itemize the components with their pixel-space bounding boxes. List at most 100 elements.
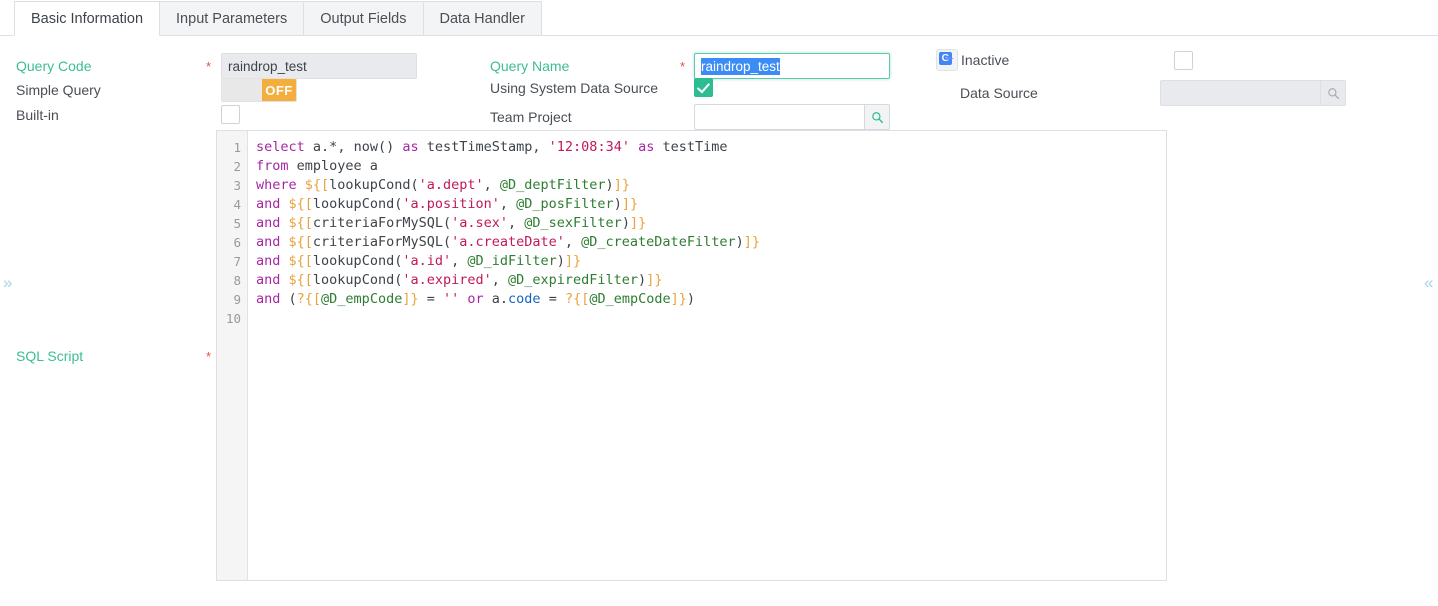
code-token: ${[: [288, 253, 313, 269]
team-project-search-button[interactable]: [864, 104, 890, 130]
using-system-data-source-label: Using System Data Source: [490, 79, 659, 96]
code-token: ]}: [743, 234, 760, 250]
built-in-label: Built-in: [16, 106, 59, 123]
toggle-state-label: OFF: [262, 79, 296, 101]
code-token: ,: [564, 234, 582, 250]
code-token: '12:08:34': [548, 139, 630, 155]
editor-line-number: 6: [233, 235, 241, 250]
code-token: ?{[: [564, 291, 590, 307]
code-token: ,: [337, 139, 354, 155]
tab-input-parameters[interactable]: Input Parameters: [160, 1, 305, 36]
sql-script-editor[interactable]: 1 2 3 4 5 6 7 8 9 10 select a.*, now() as testTim…: [216, 130, 1167, 581]
query-code-label: Query Code: [16, 58, 92, 74]
inactive-checkbox[interactable]: [1174, 50, 1193, 70]
code-token: lookupCond(: [312, 253, 403, 269]
toggle-knob: [222, 79, 262, 101]
tab-label: Output Fields: [320, 10, 407, 27]
data-source-label: Data Source: [960, 85, 1038, 101]
editor-line-number: 4: [233, 197, 241, 212]
sql-script-label: SQL Script: [16, 348, 84, 364]
editor-line-number: 10: [225, 311, 241, 326]
field-sql-script: SQL Script: [16, 348, 83, 366]
code-token: ): [686, 291, 696, 307]
sql-script-required-marker: *: [206, 349, 212, 364]
using-system-data-source-checkbox[interactable]: [694, 78, 713, 97]
code-token: ,: [508, 215, 525, 231]
code-token: ${[: [288, 234, 313, 250]
data-source-search-button[interactable]: [1320, 80, 1346, 106]
editor-code-line: where ${[lookupCond('a.dept', @D_deptFil…: [256, 176, 1166, 195]
query-code-input[interactable]: [221, 53, 417, 79]
editor-line-number-gutter: 1 2 3 4 5 6 7 8 9 10: [217, 131, 248, 580]
editor-code-area[interactable]: select a.*, now() as testTimeStamp, '12:…: [248, 131, 1166, 580]
code-token: @D_empCode: [321, 291, 403, 307]
code-token: 'a.dept': [418, 177, 484, 193]
editor-line-number: 1: [233, 140, 241, 155]
code-token: and: [256, 291, 281, 307]
query-name-input[interactable]: raindrop_test: [694, 53, 890, 79]
field-query-name: Query Name * raindrop_test: [490, 53, 890, 79]
field-query-code: Query Code *: [16, 53, 417, 79]
code-token: ,: [491, 272, 508, 288]
code-token: ): [735, 234, 744, 250]
code-token: 'a.id': [402, 253, 452, 269]
code-token: ,: [499, 196, 517, 212]
collapse-right-panel-button[interactable]: «: [1424, 274, 1433, 291]
tab-basic-information[interactable]: Basic Information: [14, 1, 161, 36]
code-token: @D_idFilter: [467, 253, 557, 269]
code-token: (: [280, 291, 297, 307]
code-token: and: [256, 234, 281, 250]
query-definition-page: Basic Information Input Parameters Outpu…: [0, 0, 1438, 606]
tab-data-handler[interactable]: Data Handler: [423, 1, 542, 36]
code-token: @D_deptFilter: [499, 177, 606, 193]
google-translate-icon[interactable]: G: [936, 49, 958, 71]
code-token: =: [540, 291, 565, 307]
code-token: ]}: [613, 177, 630, 193]
editor-code-line: and ${[lookupCond('a.position', @D_posFi…: [256, 195, 1166, 214]
editor-code-line: and (?{[@D_empCode]} = '' or a.code = ?{…: [256, 290, 1166, 309]
editor-code-line: and ${[criteriaForMySQL('a.createDate', …: [256, 233, 1166, 252]
data-source-input[interactable]: [1160, 80, 1320, 106]
editor-line-number: 5: [233, 216, 241, 231]
code-token: @D_createDateFilter: [581, 234, 736, 250]
code-token: criteriaForMySQL(: [312, 234, 452, 250]
code-token: testTimeStamp,: [418, 139, 549, 155]
code-token: ,: [483, 177, 500, 193]
built-in-checkbox[interactable]: [221, 105, 240, 124]
tab-label: Basic Information: [31, 10, 144, 27]
code-token: lookupCond(: [329, 177, 419, 193]
code-token: testTime: [654, 139, 728, 155]
simple-query-toggle[interactable]: OFF: [221, 78, 297, 102]
tab-label: Input Parameters: [176, 10, 288, 27]
code-token: ): [613, 196, 622, 212]
code-token: criteriaForMySQL(: [312, 215, 452, 231]
data-source-search-group: [1160, 80, 1346, 106]
team-project-input[interactable]: [694, 104, 864, 130]
tab-output-fields[interactable]: Output Fields: [304, 1, 424, 36]
code-token: ${[: [304, 177, 330, 193]
code-token: ): [638, 272, 647, 288]
collapse-left-panel-button[interactable]: »: [3, 274, 12, 291]
code-token: and: [256, 196, 281, 212]
editor-code-line: select a.*, now() as testTimeStamp, '12:…: [256, 138, 1166, 157]
query-name-value: raindrop_test: [701, 57, 780, 75]
code-token: and: [256, 253, 281, 269]
field-inactive: G Inactive: [936, 49, 1193, 71]
editor-code-line: from employee a: [256, 157, 1166, 176]
editor-line-number: 3: [233, 178, 241, 193]
code-token: select: [256, 139, 305, 155]
code-token: employee a: [288, 158, 378, 174]
field-data-source: Data Source: [960, 80, 1346, 106]
search-icon: [1327, 87, 1339, 99]
code-token: and: [256, 272, 281, 288]
editor-code-line: and ${[lookupCond('a.id', @D_idFilter)]}: [256, 252, 1166, 271]
editor-line-number: 2: [233, 159, 241, 174]
code-token: ,: [451, 253, 468, 269]
code-token: a.: [483, 291, 509, 307]
code-token: (): [377, 139, 403, 155]
